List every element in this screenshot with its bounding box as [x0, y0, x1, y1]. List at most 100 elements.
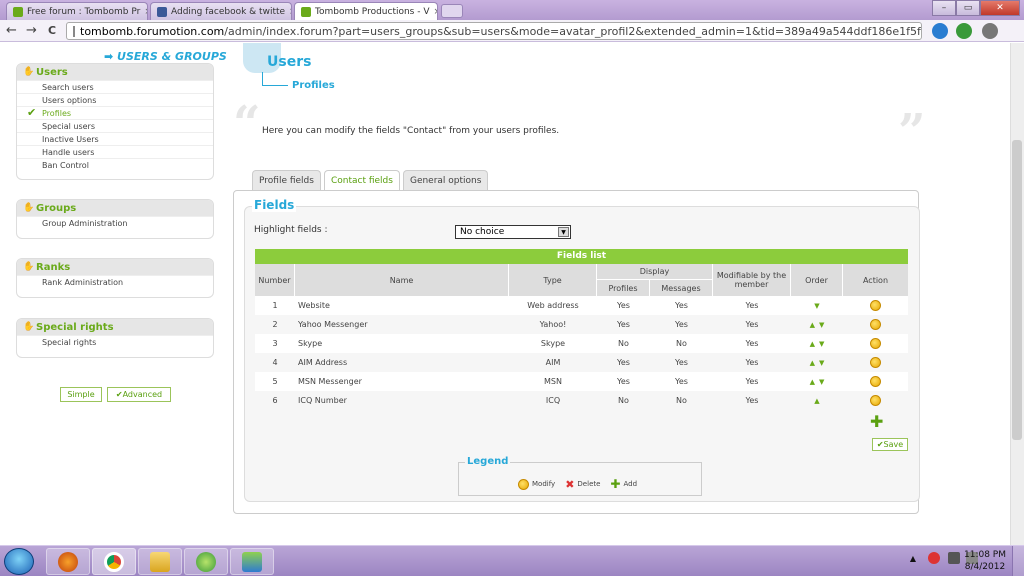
- cell-profiles: Yes: [617, 320, 630, 329]
- taskbar-messenger[interactable]: [184, 548, 228, 575]
- move-up-icon[interactable]: ▲: [810, 378, 815, 386]
- sidebar-box-title: Users: [36, 66, 68, 78]
- cell-order: ▲ ▼: [791, 372, 843, 391]
- close-tab-icon[interactable]: ×: [140, 7, 147, 17]
- sidebar-box-groups: ✋ Groups Group Administration: [16, 199, 214, 239]
- move-up-icon[interactable]: ▲: [814, 397, 819, 405]
- add-field-icon[interactable]: ✚: [870, 412, 883, 431]
- sidebar-item-special-users[interactable]: Special users: [17, 119, 213, 132]
- extension-icon[interactable]: [932, 23, 948, 39]
- move-down-icon[interactable]: ▼: [819, 321, 824, 329]
- folder-icon: [150, 551, 170, 572]
- close-tab-icon[interactable]: ×: [285, 7, 291, 17]
- close-tab-icon[interactable]: ×: [430, 7, 438, 17]
- taskbar-app[interactable]: [230, 548, 274, 575]
- column-header-profiles: Profiles: [597, 280, 650, 296]
- select-value: No choice: [460, 227, 505, 237]
- modify-icon[interactable]: [870, 357, 881, 368]
- sidebar-item-search-users[interactable]: Search users: [17, 80, 213, 93]
- highlight-fields-select[interactable]: No choice ▼: [455, 225, 571, 239]
- wrench-icon[interactable]: [982, 23, 998, 39]
- save-button[interactable]: ✔Save: [872, 438, 908, 451]
- sidebar-item-special-rights[interactable]: Special rights: [17, 335, 213, 348]
- cell-messages: No: [676, 339, 687, 348]
- taskbar-clock[interactable]: 11:08 PM 8/4/2012: [964, 549, 1006, 573]
- sidebar-item-users-options[interactable]: Users options: [17, 93, 213, 106]
- browser-tab-1[interactable]: Free forum : Tombomb Pr ×: [6, 2, 148, 20]
- network-icon[interactable]: [928, 552, 940, 564]
- cell-profiles: No: [618, 396, 629, 405]
- cell-order: ▼: [791, 296, 843, 315]
- column-header-messages: Messages: [650, 280, 713, 296]
- modify-icon: [518, 478, 529, 490]
- sidebar-section-title[interactable]: ➡ USERS & GROUPS: [104, 50, 227, 63]
- extension-icon[interactable]: [956, 23, 972, 39]
- forward-icon[interactable]: →: [26, 23, 37, 39]
- taskbar-firefox[interactable]: [46, 548, 90, 575]
- tab-profile-fields[interactable]: Profile fields: [252, 170, 321, 190]
- move-up-icon[interactable]: ▲: [810, 321, 815, 329]
- browser-tab-2[interactable]: Adding facebook & twitte ×: [150, 2, 292, 20]
- column-header-action: Action: [862, 275, 889, 285]
- legend-label: Delete: [577, 480, 601, 488]
- modify-icon[interactable]: [870, 319, 881, 330]
- move-up-icon[interactable]: ▲: [810, 340, 815, 348]
- sidebar-item-rank-administration[interactable]: Rank Administration: [17, 275, 213, 288]
- show-desktop-button[interactable]: [1012, 546, 1024, 576]
- modify-icon[interactable]: [870, 376, 881, 387]
- legend-title: Legend: [465, 456, 511, 467]
- firefox-icon: [58, 551, 78, 572]
- simple-mode-button[interactable]: Simple: [60, 387, 102, 402]
- cell-modifiable: Yes: [745, 377, 759, 386]
- taskbar-chrome[interactable]: [92, 548, 136, 575]
- cell-name: AIM Address: [298, 358, 348, 367]
- browser-tab-title: Free forum : Tombomb Pr: [27, 6, 141, 17]
- cell-name: Skype: [298, 339, 323, 348]
- sidebar-item-profiles[interactable]: ✔ Profiles: [17, 106, 213, 119]
- maximize-button[interactable]: ▭: [956, 0, 980, 16]
- move-up-icon[interactable]: ▲: [810, 359, 815, 367]
- cell-order: ▲: [791, 391, 843, 410]
- scrollbar-thumb[interactable]: [1012, 140, 1022, 440]
- rank-icon: ✋: [23, 262, 35, 272]
- url-domain: tombomb.forumotion.com: [80, 24, 225, 38]
- modify-icon[interactable]: [870, 395, 881, 406]
- move-down-icon[interactable]: ▼: [819, 340, 824, 348]
- cell-type: ICQ: [545, 396, 561, 405]
- cell-messages: Yes: [675, 377, 688, 386]
- cell-profiles: Yes: [617, 377, 630, 386]
- forumotion-favicon-icon: [157, 6, 167, 17]
- reload-icon[interactable]: C: [48, 23, 56, 39]
- page-icon: [73, 25, 75, 37]
- start-button[interactable]: [4, 548, 34, 575]
- power-icon[interactable]: [948, 552, 960, 564]
- tab-contact-fields[interactable]: Contact fields: [323, 170, 400, 191]
- move-down-icon[interactable]: ▼: [814, 302, 819, 310]
- sidebar-item-inactive-users[interactable]: Inactive Users: [17, 132, 213, 145]
- table-row: 5 MSN Messenger MSN Yes Yes Yes ▲ ▼: [255, 372, 908, 391]
- move-down-icon[interactable]: ▼: [819, 359, 824, 367]
- column-header-order: Order: [791, 264, 843, 296]
- cell-messages: Yes: [675, 301, 688, 310]
- browser-tab-3-active[interactable]: Tombomb Productions - V ×: [294, 2, 438, 21]
- table-row: 2 Yahoo Messenger Yahoo! Yes Yes Yes ▲ ▼: [255, 315, 908, 334]
- tab-general-options[interactable]: General options: [402, 170, 489, 190]
- close-window-button[interactable]: ✕: [980, 0, 1020, 16]
- sidebar-item-ban-control[interactable]: Ban Control: [17, 158, 213, 171]
- move-down-icon[interactable]: ▼: [819, 378, 824, 386]
- modify-icon[interactable]: [870, 300, 881, 311]
- user-icon: ✋: [23, 67, 35, 77]
- sidebar-item-handle-users[interactable]: Handle users: [17, 145, 213, 158]
- back-icon[interactable]: ←: [6, 23, 17, 39]
- minimize-button[interactable]: –: [932, 0, 956, 16]
- address-bar[interactable]: tombomb.forumotion.com /admin/index.foru…: [66, 22, 922, 40]
- chevron-down-icon[interactable]: ▼: [558, 227, 569, 237]
- taskbar-explorer[interactable]: [138, 548, 182, 575]
- new-tab-button[interactable]: [441, 4, 463, 18]
- modify-icon[interactable]: [870, 338, 881, 349]
- tray-expand-icon[interactable]: ▲: [910, 554, 916, 563]
- cell-type: AIM: [545, 358, 561, 367]
- advanced-mode-button[interactable]: ✔Advanced: [107, 387, 171, 402]
- sidebar-item-group-administration[interactable]: Group Administration: [17, 216, 213, 229]
- fields-title: Fields: [252, 198, 297, 212]
